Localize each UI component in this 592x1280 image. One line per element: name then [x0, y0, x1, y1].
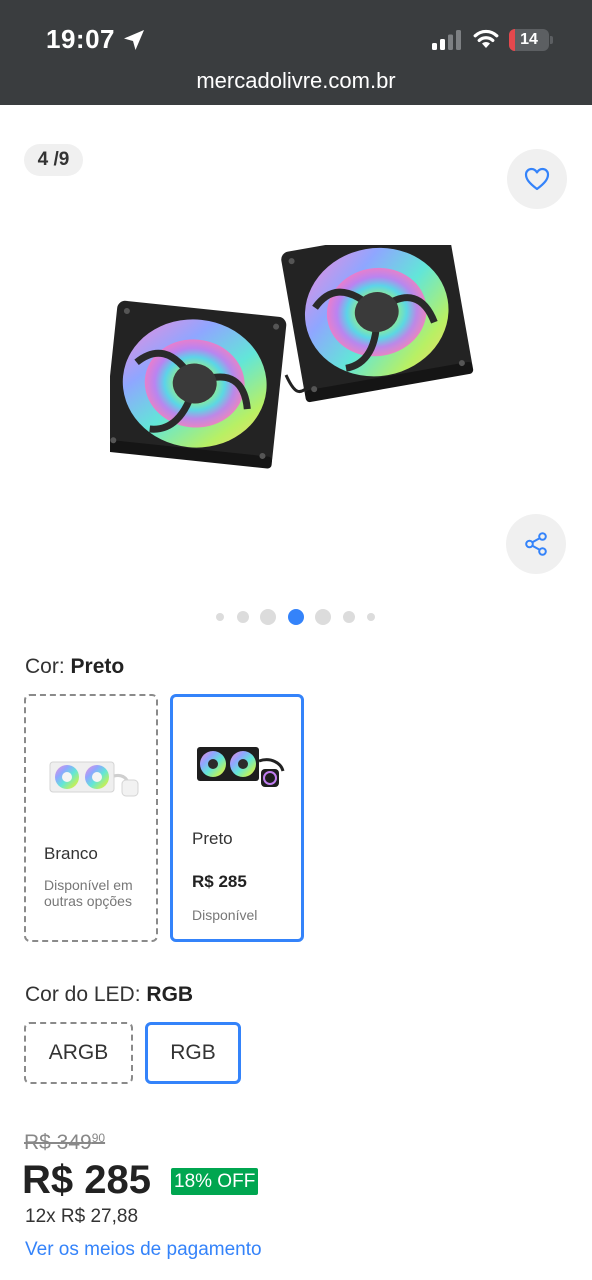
gallery-pagination	[0, 606, 592, 628]
variant-name: Preto	[192, 829, 233, 848]
payment-methods-link[interactable]: Ver os meios de pagamento	[25, 1239, 262, 1261]
favorite-button[interactable]	[507, 149, 567, 209]
pagination-dot-active[interactable]	[288, 609, 304, 625]
pagination-dot[interactable]	[315, 609, 331, 625]
pagination-dot[interactable]	[216, 613, 224, 621]
pagination-dot[interactable]	[343, 611, 355, 623]
led-label-text: Cor do LED:	[25, 983, 141, 1006]
color-label-text: Cor:	[25, 655, 65, 678]
pagination-dot[interactable]	[237, 611, 249, 623]
pagination-dot[interactable]	[260, 609, 276, 625]
variant-name: Branco	[44, 844, 98, 863]
color-selected-value: Preto	[70, 655, 125, 678]
variant-card-branco[interactable]: Branco Disponível em outras opções	[24, 694, 158, 942]
location-arrow-icon	[124, 30, 144, 50]
led-option-rgb[interactable]: RGB	[145, 1022, 241, 1084]
status-bar: 19:07 14 mercadolivre.com.br	[0, 0, 592, 105]
battery-level: 14	[520, 31, 538, 48]
variant-thumbnail-black	[197, 747, 285, 787]
signal-icon	[432, 30, 461, 50]
installments-text: 12x R$ 27,88	[25, 1206, 139, 1227]
discount-badge: 18% OFF	[171, 1168, 259, 1195]
current-price: R$ 285	[22, 1158, 151, 1202]
color-label: Cor: Preto	[25, 655, 124, 679]
variant-price: R$ 285	[192, 872, 247, 891]
original-price: R$ 34990	[24, 1131, 105, 1155]
share-icon	[525, 532, 547, 556]
battery-icon: 14	[509, 29, 553, 51]
heart-icon	[524, 167, 550, 191]
product-image[interactable]	[110, 245, 480, 475]
original-price-cents: 90	[91, 1131, 106, 1145]
image-counter: 4 /9	[24, 144, 83, 176]
status-time: 19:07	[46, 24, 115, 54]
led-label: Cor do LED: RGB	[25, 983, 193, 1007]
wifi-icon	[473, 29, 499, 48]
led-option-argb[interactable]: ARGB	[24, 1022, 133, 1084]
share-button[interactable]	[506, 514, 566, 574]
variant-card-preto[interactable]: Preto R$ 285 Disponível	[170, 694, 304, 942]
variant-availability: Disponível	[192, 907, 258, 923]
variant-availability: Disponível em outras opções	[44, 877, 133, 909]
led-selected-value: RGB	[146, 983, 194, 1006]
original-price-value: R$ 349	[24, 1131, 92, 1154]
pagination-dot[interactable]	[367, 613, 375, 621]
browser-url[interactable]: mercadolivre.com.br	[0, 68, 592, 94]
variant-thumbnail-white	[49, 761, 139, 797]
